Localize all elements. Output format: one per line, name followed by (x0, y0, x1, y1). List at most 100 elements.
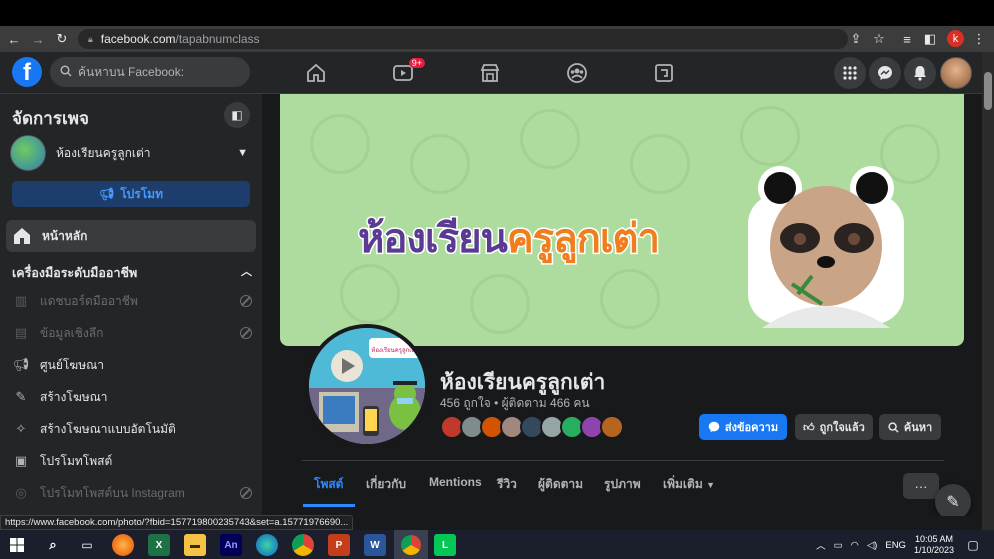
gaming-tab[interactable] (644, 58, 684, 88)
tab-mentions[interactable]: Mentions (429, 475, 482, 489)
account-avatar[interactable] (940, 57, 972, 89)
page-search-button[interactable]: ค้นหา (879, 414, 941, 440)
sidebar-item-boost-instagram[interactable]: ◎ โปรโมทโพสต์บน Instagram (12, 482, 252, 504)
battery-icon[interactable]: ▭ (834, 540, 843, 551)
cover-title-orange: ครูลูกเต่า (505, 216, 661, 263)
collapse-sidebar-button[interactable]: ◧ (224, 102, 250, 128)
reload-icon[interactable]: ↻ (52, 29, 72, 49)
chrome-active-icon[interactable] (394, 530, 428, 559)
more-options-button[interactable]: ··· (903, 473, 939, 499)
ellipsis-icon: ··· (914, 478, 928, 494)
powerpoint-icon[interactable]: P (328, 534, 350, 556)
search-placeholder: ค้นหาบน Facebook: (78, 64, 185, 79)
share-icon[interactable]: ⇪ (846, 29, 866, 49)
cover-pattern (310, 114, 370, 174)
animate-icon[interactable]: An (220, 534, 242, 556)
back-icon[interactable]: ← (4, 29, 24, 49)
firefox-icon[interactable] (112, 534, 134, 556)
excel-icon[interactable]: X (148, 534, 170, 556)
menu-dots-icon[interactable]: ⋮ (969, 29, 989, 49)
sidebar-item-automated-ads[interactable]: ✧ สร้างโฆษณาแบบอัตโนมัติ (12, 418, 252, 440)
language-indicator[interactable]: ENG (885, 540, 906, 551)
sidebar-item-label: โปรโมทโพสต์ (40, 453, 113, 468)
page-switcher-name: ห้องเรียนครูลูกเต่า (56, 145, 151, 160)
insights-icon: ▤ (14, 325, 28, 340)
messenger-button[interactable] (869, 57, 901, 89)
clock-time: 10:05 AM (914, 534, 953, 544)
address-bar[interactable]: 🔒︎ facebook.com/tapabnumclass (78, 29, 848, 49)
line-app-icon[interactable]: L (434, 534, 456, 556)
cover-pattern (340, 264, 400, 324)
page-stats[interactable]: 456 ถูกใจ • ผู้ติดตาม 466 คน (440, 394, 590, 413)
promote-button[interactable]: 📢︎ โปรโมท (12, 181, 250, 207)
wifi-icon[interactable]: ◠ (851, 540, 859, 551)
promote-label: โปรโมท (120, 186, 163, 201)
marketplace-tab[interactable] (470, 58, 510, 88)
liked-by-friends[interactable] (440, 415, 624, 441)
clock[interactable]: 10:05 AM 1/10/2023 (914, 534, 954, 556)
watch-tab[interactable]: 9+ (383, 58, 425, 88)
notification-center-icon[interactable]: ▢ (962, 534, 984, 556)
sidebar-item-label: สร้างโฆษณา (40, 389, 108, 404)
grid-menu-icon (843, 66, 857, 80)
groups-tab[interactable] (557, 58, 597, 88)
sidebar-item-professional-dashboard[interactable]: ▥ แดชบอร์ดมืออาชีพ (12, 290, 252, 312)
page-avatar (10, 135, 46, 171)
scroll-thumb[interactable] (984, 72, 992, 110)
tab-about[interactable]: เกี่ยวกับ (366, 475, 406, 494)
url-host: facebook.com (100, 32, 176, 46)
forward-icon[interactable]: → (28, 29, 48, 49)
chevron-up-icon[interactable]: ︿ (816, 538, 826, 552)
search-icon[interactable]: ⌕ (42, 534, 64, 556)
cover-pattern (410, 134, 470, 194)
volume-icon[interactable]: ◁) (867, 540, 877, 551)
windows-start-icon[interactable] (6, 534, 28, 556)
button-label: ค้นหา (903, 422, 933, 434)
bookmark-star-icon[interactable]: ☆ (869, 29, 889, 49)
manage-page-sidebar: จัดการเพจ ◧ ห้องเรียนครูลูกเต่า ▼ 📢︎ โปร… (0, 94, 262, 516)
home-tab[interactable] (296, 58, 336, 88)
tab-reviews[interactable]: รีวิว (497, 475, 517, 494)
cover-pattern (600, 269, 660, 329)
panda-sticker (748, 166, 904, 328)
thumbs-up-icon: 👍︎ (803, 421, 815, 434)
tab-posts[interactable]: โพสต์ (314, 475, 343, 494)
url-path: /tapabnumclass (175, 32, 260, 46)
tab-followers[interactable]: ผู้ติดตาม (538, 475, 583, 494)
word-icon[interactable]: W (364, 534, 386, 556)
page-switcher[interactable]: ห้องเรียนครูลูกเต่า ▼ (10, 134, 252, 172)
chrome-icon[interactable] (292, 534, 314, 556)
menu-button[interactable] (834, 57, 866, 89)
megaphone-icon: 📢︎ (12, 357, 30, 372)
disabled-icon (240, 327, 252, 339)
sidebar-item-label: ข้อมูลเชิงลึก (40, 325, 104, 340)
page-scrollbar[interactable] (982, 52, 994, 530)
liked-button[interactable]: 👍︎ ถูกใจแล้ว (795, 414, 873, 440)
sidebar-item-insights[interactable]: ▤ ข้อมูลเชิงลึก (12, 322, 252, 344)
sidebar-item-home[interactable]: หน้าหลัก (6, 220, 256, 252)
send-message-button[interactable]: ส่งข้อความ (699, 414, 787, 440)
side-panel-icon[interactable]: ◧ (920, 29, 940, 49)
cover-photo[interactable]: ห้องเรียนครูลูกเต่า (280, 94, 964, 346)
edge-icon[interactable] (256, 534, 278, 556)
sidebar-item-ad-center[interactable]: 📢︎ ศูนย์โฆษณา (12, 354, 252, 376)
facebook-logo[interactable]: f (12, 57, 42, 87)
cover-pattern (740, 106, 800, 166)
professional-tools-heading[interactable]: เครื่องมือระดับมืออาชีพ ︿ (12, 263, 252, 283)
profile-avatar[interactable]: k (947, 30, 964, 47)
edit-icon: ✎ (15, 389, 27, 404)
tab-photos[interactable]: รูปภาพ (604, 475, 641, 494)
media-queue-icon[interactable]: ≡ (897, 29, 917, 49)
messenger-icon (878, 66, 892, 80)
profile-picture[interactable]: ห้องเรียนครูลูกเต่า (305, 324, 429, 448)
friend-avatar[interactable] (600, 415, 624, 439)
new-message-button[interactable]: ✎ (935, 484, 971, 516)
notifications-button[interactable] (904, 57, 936, 89)
sidebar-item-boost-post[interactable]: ▣ โปรโมทโพสต์ (12, 450, 252, 472)
task-view-icon[interactable]: ▭ (76, 534, 98, 556)
divider (302, 460, 944, 461)
sidebar-item-create-ad[interactable]: ✎ สร้างโฆษณา (12, 386, 252, 408)
file-explorer-icon[interactable]: ▬ (184, 534, 206, 556)
tab-more[interactable]: เพิ่มเติม ▼ (663, 475, 715, 494)
search-input[interactable]: ค้นหาบน Facebook: (50, 57, 250, 87)
